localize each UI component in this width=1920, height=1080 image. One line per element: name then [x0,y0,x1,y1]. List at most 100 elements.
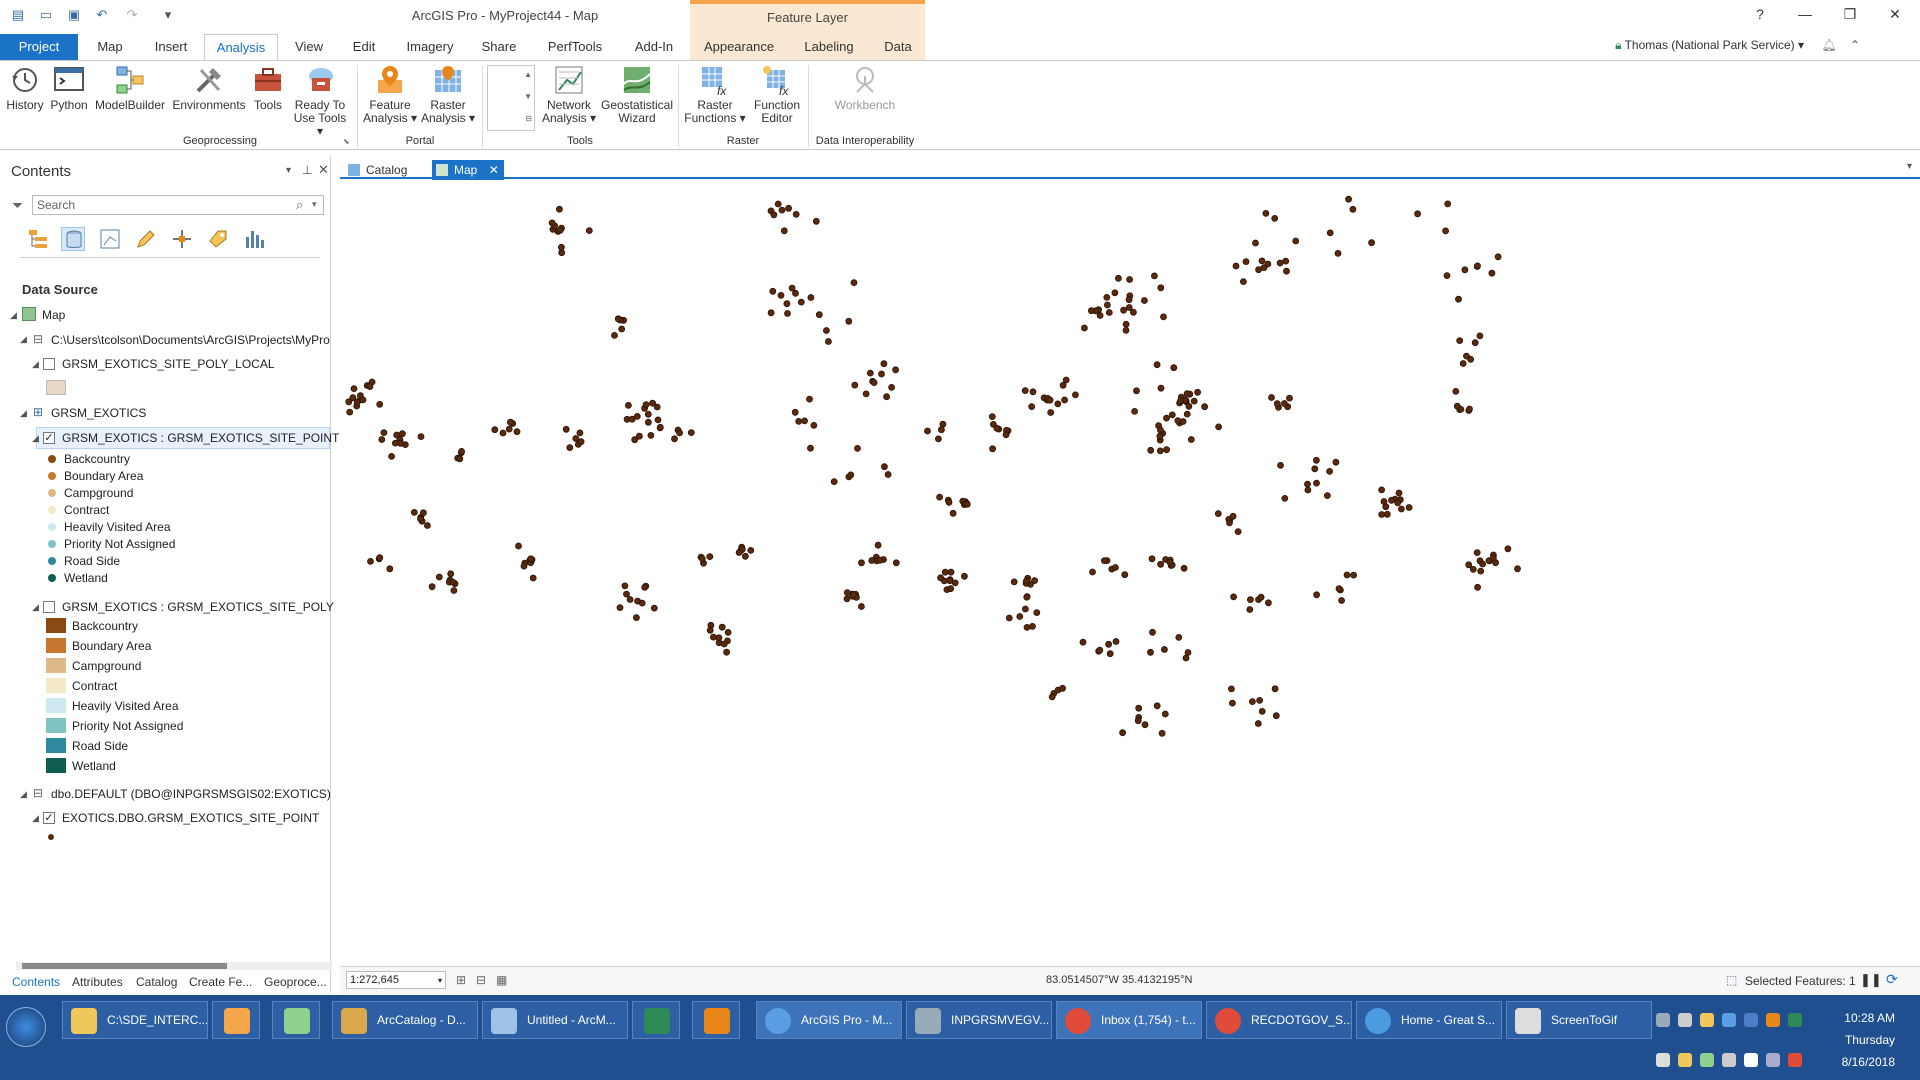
site-point[interactable] [792,211,800,218]
site-point[interactable] [1479,560,1486,568]
site-point[interactable] [576,429,584,437]
site-point[interactable] [1028,403,1036,411]
tray-eye-icon[interactable] [1656,1053,1670,1067]
modelbuilder-button[interactable]: ModelBuilder [92,64,168,112]
tab-create-features[interactable]: Create Fe... [189,975,252,989]
site-point[interactable] [1414,210,1421,218]
site-point[interactable] [723,648,731,656]
site-point[interactable] [676,429,684,437]
site-point[interactable] [1264,260,1272,268]
site-point[interactable] [345,398,353,406]
site-point[interactable] [1125,304,1133,311]
raster-analysis-button[interactable]: Raster Analysis ▾ [420,64,476,125]
site-point[interactable] [618,325,626,333]
site-point[interactable] [1180,564,1188,572]
gallery-expand-icon[interactable]: ⊟ [525,114,532,123]
site-point[interactable] [447,570,455,578]
expand-triangle-icon[interactable]: ◢ [10,310,17,321]
site-point[interactable] [1059,381,1067,389]
site-point[interactable] [1394,499,1402,507]
pane-close-icon[interactable]: ✕ [318,162,329,178]
site-point[interactable] [989,445,996,453]
site-point[interactable] [1160,313,1167,321]
taskbar-excel[interactable] [632,1001,680,1039]
tray-icon[interactable] [1766,1013,1780,1027]
site-point[interactable] [724,628,732,636]
site-point[interactable] [1343,571,1351,579]
taskbar-item-arcmap[interactable]: Untitled - ArcM... [482,1001,628,1039]
site-point[interactable] [1168,411,1176,419]
tree-point-layer[interactable]: GRSM_EXOTICS : GRSM_EXOTICS_SITE_POINT [62,431,339,445]
site-point[interactable] [780,227,788,235]
site-point[interactable] [777,292,785,299]
site-point[interactable] [706,626,714,634]
site-point[interactable] [1313,456,1320,464]
site-point[interactable] [1158,729,1166,737]
site-point[interactable] [1335,585,1343,593]
site-point[interactable] [1443,272,1451,279]
scrollbar-thumb[interactable] [22,963,227,969]
site-point[interactable] [892,366,899,374]
site-point[interactable] [868,557,876,564]
scale-selector[interactable]: 1:272,645 ▾ [346,971,446,989]
geostatistical-wizard-button[interactable]: Geostatistical Wizard [600,64,674,125]
list-by-snapping-icon[interactable] [170,227,194,251]
site-point[interactable] [687,429,695,437]
site-point[interactable] [1273,400,1281,408]
site-point[interactable] [783,300,791,308]
site-point[interactable] [1350,571,1357,579]
search-input[interactable]: Search [32,195,324,215]
site-point[interactable] [1005,614,1013,622]
site-point[interactable] [1190,397,1198,405]
list-by-selection-icon[interactable] [98,227,122,251]
site-point[interactable] [458,447,465,455]
expand-triangle-icon[interactable]: ◢ [32,602,39,613]
site-point[interactable] [1183,410,1191,418]
site-point[interactable] [393,431,401,439]
site-point[interactable] [1029,622,1036,630]
list-by-editing-icon[interactable] [134,227,158,251]
site-point[interactable] [1194,388,1201,396]
site-point[interactable] [1230,593,1237,601]
tab-data[interactable]: Data [876,34,920,60]
gallery-down-icon[interactable]: ▼ [524,92,532,101]
tray-icon[interactable] [1656,1013,1670,1027]
site-point[interactable] [770,211,778,219]
site-point[interactable] [1177,397,1184,405]
site-point[interactable] [572,435,580,442]
site-point[interactable] [1010,578,1018,586]
site-point[interactable] [449,578,457,586]
site-point[interactable] [505,425,513,433]
tray-network-icon[interactable] [1766,1053,1780,1067]
site-point[interactable] [1047,409,1055,416]
site-point[interactable] [1105,640,1112,648]
site-point[interactable] [1214,510,1222,518]
layer-visibility-checkbox[interactable] [43,358,55,370]
site-point[interactable] [380,429,388,437]
site-point[interactable] [945,498,953,506]
site-point[interactable] [1247,596,1254,604]
site-point[interactable] [1455,295,1462,303]
tab-labeling[interactable]: Labeling [796,34,862,60]
site-point[interactable] [924,427,931,435]
site-point[interactable] [1388,496,1395,504]
list-by-data-source-icon[interactable] [61,227,85,251]
network-analysis-button[interactable]: Network Analysis ▾ [540,64,598,125]
site-point[interactable] [562,425,570,433]
tree-poly-layer[interactable]: GRSM_EXOTICS : GRSM_EXOTICS_SITE_POLY [62,600,334,614]
site-point[interactable] [1201,403,1208,411]
tab-catalog-view[interactable]: Catalog [344,160,430,180]
site-point[interactable] [1398,505,1405,513]
site-point[interactable] [1326,467,1333,475]
site-point[interactable] [1252,239,1259,247]
taskbar-task-manager[interactable] [272,1001,320,1039]
site-point[interactable] [769,287,777,295]
site-point[interactable] [1133,387,1140,395]
taskbar-item-remote-desktop[interactable]: INPGRSMVEGV... [906,1001,1052,1039]
refresh-icon[interactable]: ⟳ [1886,971,1898,988]
site-point[interactable] [1258,708,1266,715]
site-point[interactable] [830,478,838,486]
site-point[interactable] [1467,355,1474,363]
site-point[interactable] [376,554,384,562]
site-point[interactable] [1471,339,1479,347]
